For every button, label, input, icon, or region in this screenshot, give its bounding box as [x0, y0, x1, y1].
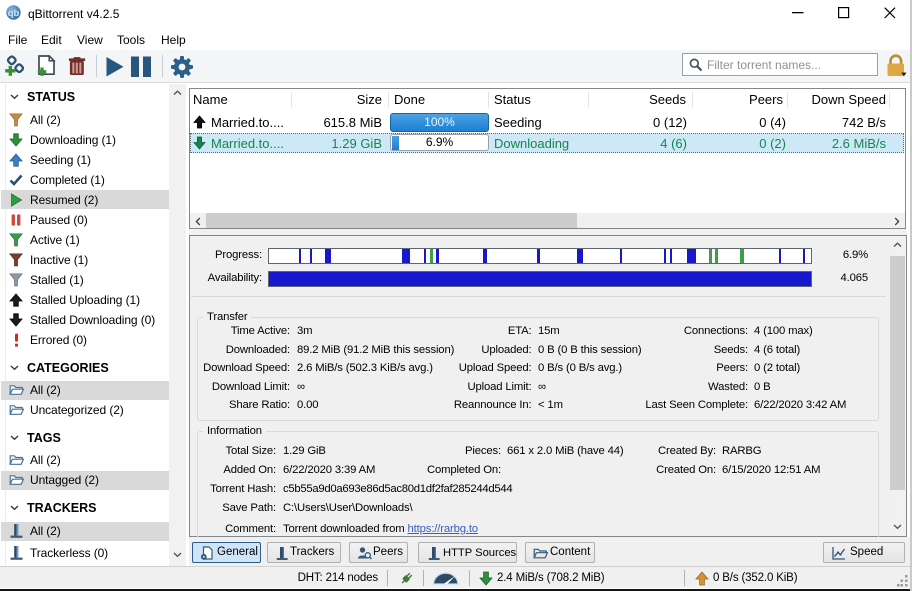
svg-text:qb: qb	[8, 8, 20, 19]
